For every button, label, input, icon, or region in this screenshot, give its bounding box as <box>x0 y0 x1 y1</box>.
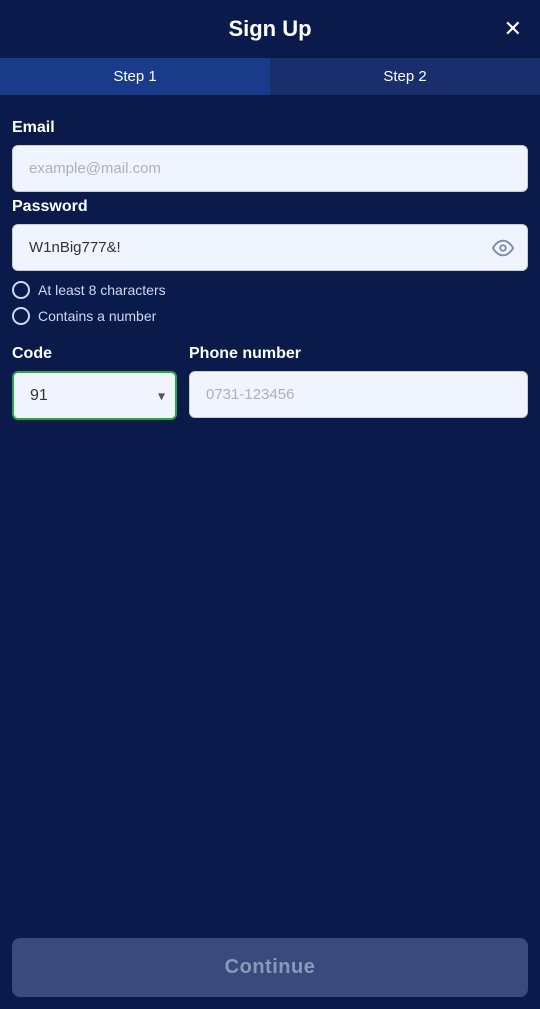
rule-circle-length <box>12 281 30 299</box>
phone-label: Phone number <box>189 345 528 363</box>
validation-rule-length: At least 8 characters <box>12 281 528 299</box>
rule-label-number: Contains a number <box>38 308 156 324</box>
password-wrapper <box>12 224 528 271</box>
email-input[interactable] <box>12 145 528 192</box>
code-select-wrapper: 91 1 44 49 33 81 86 7 ▾ <box>12 371 177 420</box>
rule-circle-number <box>12 307 30 325</box>
code-select[interactable]: 91 1 44 49 33 81 86 7 <box>12 371 177 420</box>
steps-bar: Step 1 Step 2 <box>0 58 540 95</box>
password-input[interactable] <box>12 224 528 271</box>
phone-group: Phone number <box>189 345 528 424</box>
eye-icon <box>492 237 514 259</box>
step-2-tab[interactable]: Step 2 <box>270 58 540 95</box>
continue-button[interactable]: Continue <box>12 938 528 997</box>
toggle-password-button[interactable] <box>492 237 514 259</box>
phone-input[interactable] <box>189 371 528 418</box>
step-1-tab[interactable]: Step 1 <box>0 58 270 95</box>
close-button[interactable]: ✕ <box>504 18 522 40</box>
validation-rules: At least 8 characters Contains a number <box>12 281 528 325</box>
rule-label-length: At least 8 characters <box>38 282 166 298</box>
email-label: Email <box>12 119 528 137</box>
code-label: Code <box>12 345 177 363</box>
code-group: Code 91 1 44 49 33 81 86 7 ▾ <box>12 345 177 424</box>
password-label: Password <box>12 198 528 216</box>
code-phone-section: Code 91 1 44 49 33 81 86 7 ▾ Phone numbe… <box>12 345 528 424</box>
continue-button-wrapper: Continue <box>0 926 540 1009</box>
validation-rule-number: Contains a number <box>12 307 528 325</box>
header: Sign Up ✕ <box>0 0 540 58</box>
form-content: Email Password At least 8 characters Con… <box>0 95 540 1009</box>
page-title: Sign Up <box>228 16 311 42</box>
